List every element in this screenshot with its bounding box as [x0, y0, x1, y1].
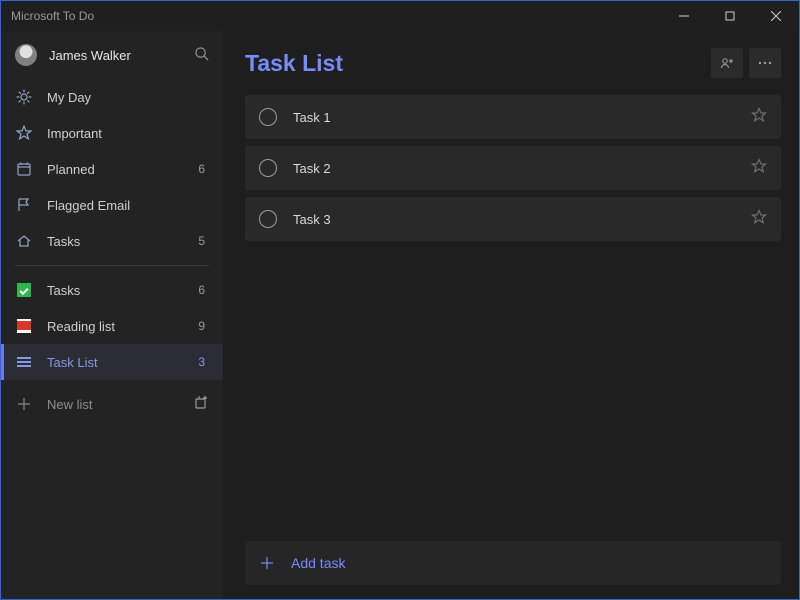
new-list-label: New list — [47, 397, 193, 412]
new-group-button[interactable] — [193, 395, 209, 414]
star-icon — [751, 209, 767, 225]
sidebar-item-label: My Day — [47, 90, 205, 105]
sun-icon — [15, 89, 33, 105]
sidebar-item-label: Tasks — [47, 283, 198, 298]
window-title: Microsoft To Do — [11, 9, 94, 23]
task-name: Task 2 — [293, 161, 751, 176]
more-button[interactable] — [749, 48, 781, 78]
sidebar-item-label: Flagged Email — [47, 198, 205, 213]
plus-icon — [15, 397, 33, 411]
new-list-row[interactable]: New list — [1, 384, 223, 424]
sidebar-item-custom-tasks[interactable]: Tasks 6 — [1, 272, 223, 308]
calendar-icon — [15, 161, 33, 177]
task-row[interactable]: Task 1 — [245, 95, 781, 139]
star-button[interactable] — [751, 107, 767, 128]
add-task-row[interactable]: Add task — [245, 541, 781, 585]
sidebar-item-label: Task List — [47, 355, 198, 370]
sidebar-item-planned[interactable]: Planned 6 — [1, 151, 223, 187]
sidebar-item-label: Planned — [47, 162, 198, 177]
minimize-button[interactable] — [661, 1, 707, 31]
window-controls — [661, 1, 799, 31]
sidebar-item-count: 6 — [198, 162, 205, 176]
minimize-icon — [679, 11, 689, 21]
home-icon — [15, 233, 33, 249]
star-button[interactable] — [751, 158, 767, 179]
task-list: Task 1 Task 2 Task 3 — [245, 95, 781, 241]
plus-icon — [259, 555, 275, 571]
task-row[interactable]: Task 3 — [245, 197, 781, 241]
add-task-label: Add task — [291, 555, 345, 571]
sidebar-item-count: 6 — [198, 283, 205, 297]
search-icon — [194, 46, 209, 61]
close-button[interactable] — [753, 1, 799, 31]
sidebar-item-count: 5 — [198, 234, 205, 248]
custom-lists: Tasks 6 Reading list 9 Task List 3 — [1, 272, 223, 380]
task-name: Task 3 — [293, 212, 751, 227]
maximize-button[interactable] — [707, 1, 753, 31]
share-icon — [719, 55, 735, 71]
sidebar-item-myday[interactable]: My Day — [1, 79, 223, 115]
avatar — [15, 44, 37, 66]
book-icon — [15, 319, 33, 333]
main-actions — [711, 48, 781, 78]
main-header: Task List — [245, 31, 781, 95]
sidebar-item-label: Tasks — [47, 234, 198, 249]
profile-row[interactable]: James Walker — [1, 31, 223, 79]
main-panel: Task List Task 1 — [223, 31, 799, 599]
search-button[interactable] — [194, 46, 209, 64]
flag-icon — [15, 197, 33, 213]
task-name: Task 1 — [293, 110, 751, 125]
sidebar-item-important[interactable]: Important — [1, 115, 223, 151]
star-icon — [751, 107, 767, 123]
close-icon — [771, 11, 781, 21]
sidebar-item-flagged[interactable]: Flagged Email — [1, 187, 223, 223]
task-row[interactable]: Task 2 — [245, 146, 781, 190]
sidebar-item-label: Reading list — [47, 319, 198, 334]
sidebar-item-tasks[interactable]: Tasks 5 — [1, 223, 223, 259]
sidebar-item-reading-list[interactable]: Reading list 9 — [1, 308, 223, 344]
star-icon — [15, 125, 33, 141]
sidebar-item-task-list[interactable]: Task List 3 — [1, 344, 223, 380]
check-square-icon — [15, 283, 33, 297]
complete-toggle[interactable] — [259, 159, 277, 177]
title-bar[interactable]: Microsoft To Do — [1, 1, 799, 31]
smart-lists: My Day Important Planned 6 — [1, 79, 223, 259]
sidebar-item-label: Important — [47, 126, 205, 141]
list-icon — [15, 357, 33, 367]
star-button[interactable] — [751, 209, 767, 230]
share-button[interactable] — [711, 48, 743, 78]
sidebar-separator — [15, 265, 209, 266]
maximize-icon — [725, 11, 735, 21]
sidebar-item-count: 3 — [198, 355, 205, 369]
sidebar: James Walker My Day Importan — [1, 31, 223, 599]
complete-toggle[interactable] — [259, 210, 277, 228]
sidebar-item-count: 9 — [198, 319, 205, 333]
more-icon — [757, 55, 773, 71]
app-window: Microsoft To Do James Walker — [0, 0, 800, 600]
page-title[interactable]: Task List — [245, 50, 711, 77]
complete-toggle[interactable] — [259, 108, 277, 126]
star-icon — [751, 158, 767, 174]
profile-name: James Walker — [49, 48, 194, 63]
